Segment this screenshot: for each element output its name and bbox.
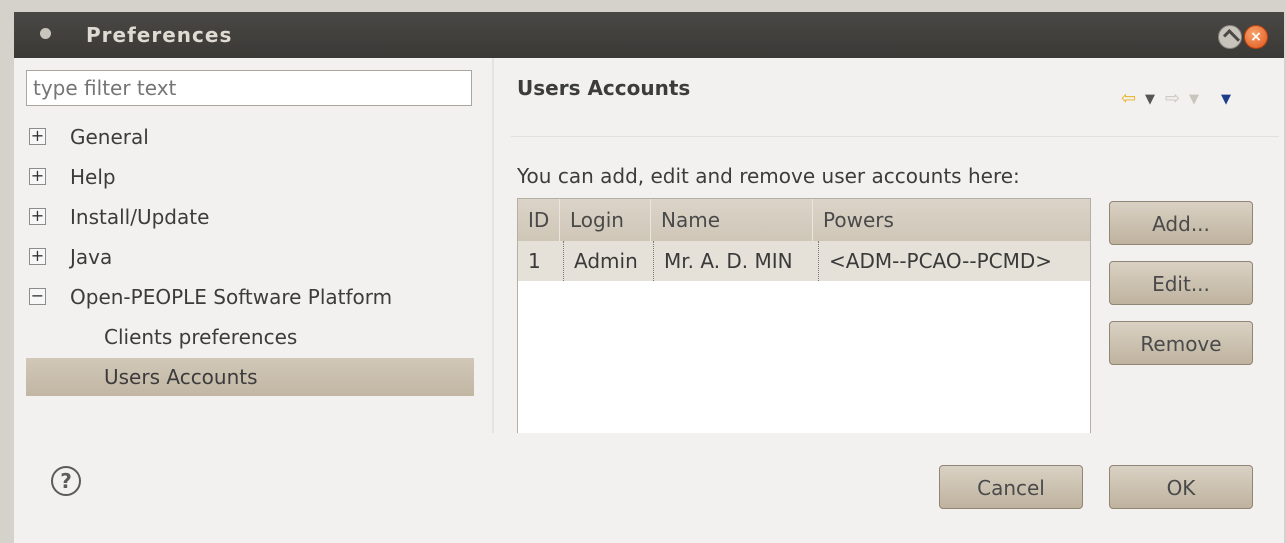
cell-id: 1 xyxy=(518,241,564,281)
window-menu-icon[interactable] xyxy=(40,28,51,39)
remove-button[interactable]: Remove xyxy=(1109,321,1253,365)
ok-button[interactable]: OK xyxy=(1109,465,1253,509)
table-row[interactable]: 1 Admin Mr. A. D. MIN <ADM--PCAO--PCMD> xyxy=(518,241,1090,281)
column-header-login[interactable]: Login xyxy=(560,199,651,241)
title-separator xyxy=(511,136,1279,137)
tree-item-help[interactable]: + Help xyxy=(26,158,474,196)
preference-tree-pane: + General + Help + Install/Update + Java… xyxy=(14,58,492,433)
column-header-name[interactable]: Name xyxy=(651,199,813,241)
column-header-id[interactable]: ID xyxy=(518,199,560,241)
title-bar[interactable]: Preferences × xyxy=(14,12,1284,58)
column-header-powers[interactable]: Powers xyxy=(813,199,1090,241)
tree-item-label: Help xyxy=(70,165,116,189)
cell-name: Mr. A. D. MIN xyxy=(654,241,819,281)
tree-item-open-people[interactable]: − Open-PEOPLE Software Platform xyxy=(26,278,474,316)
cancel-button[interactable]: Cancel xyxy=(939,465,1083,509)
close-button[interactable]: × xyxy=(1244,25,1268,49)
forward-history-dropdown-icon[interactable]: ▼ xyxy=(1189,92,1199,107)
page-navigation: ⇦ ▼ ⇨ ▼ ▼ xyxy=(1121,88,1261,114)
window-controls: × xyxy=(1214,23,1274,49)
tree-item-install-update[interactable]: + Install/Update xyxy=(26,198,474,236)
tree-item-users-accounts[interactable]: Users Accounts xyxy=(26,358,474,396)
tree-item-clients-preferences[interactable]: Clients preferences xyxy=(26,318,474,356)
back-arrow-icon[interactable]: ⇦ xyxy=(1121,88,1136,109)
tree-item-label: Users Accounts xyxy=(104,365,258,389)
collapse-icon[interactable]: − xyxy=(29,288,46,305)
user-accounts-table[interactable]: ID Login Name Powers 1 Admin Mr. A. D. M… xyxy=(517,198,1091,434)
expand-icon[interactable]: + xyxy=(29,128,46,145)
preference-page: Users Accounts ⇦ ▼ ⇨ ▼ ▼ You can add, ed… xyxy=(494,58,1284,434)
tree-item-java[interactable]: + Java xyxy=(26,238,474,276)
cell-powers: <ADM--PCAO--PCMD> xyxy=(829,249,1053,273)
window-title: Preferences xyxy=(86,23,233,47)
edit-button[interactable]: Edit... xyxy=(1109,261,1253,305)
add-button[interactable]: Add... xyxy=(1109,201,1253,245)
tree-item-label: Install/Update xyxy=(70,205,210,229)
cell-login: Admin xyxy=(564,241,654,281)
page-description: You can add, edit and remove user accoun… xyxy=(517,164,1020,188)
help-icon[interactable]: ? xyxy=(51,466,81,496)
tree-item-label: Java xyxy=(70,245,113,269)
tree-item-label: General xyxy=(70,125,149,149)
view-menu-icon[interactable]: ▼ xyxy=(1221,92,1231,107)
chevron-up-icon xyxy=(1223,29,1240,46)
table-header: ID Login Name Powers xyxy=(518,199,1090,241)
forward-arrow-icon[interactable]: ⇨ xyxy=(1165,88,1180,109)
tree-item-label: Open-PEOPLE Software Platform xyxy=(70,285,393,309)
back-history-dropdown-icon[interactable]: ▼ xyxy=(1145,92,1155,107)
filter-input[interactable] xyxy=(26,70,472,106)
page-title: Users Accounts xyxy=(517,76,691,100)
close-icon: × xyxy=(1250,29,1262,45)
expand-icon[interactable]: + xyxy=(29,208,46,225)
tree-item-general[interactable]: + General xyxy=(26,118,474,156)
preferences-dialog: Preferences × + General + Help + Install… xyxy=(14,12,1284,543)
dialog-footer: ? Cancel OK xyxy=(14,433,1284,543)
expand-icon[interactable]: + xyxy=(29,168,46,185)
tree-item-label: Clients preferences xyxy=(104,325,298,349)
expand-icon[interactable]: + xyxy=(29,248,46,265)
restore-button[interactable] xyxy=(1218,25,1242,49)
